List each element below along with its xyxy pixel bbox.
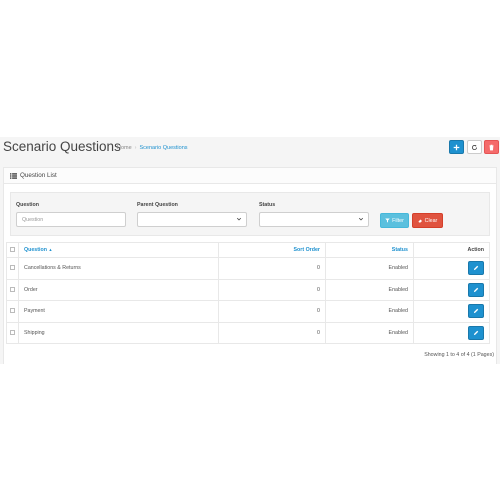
pencil-icon [473, 266, 479, 271]
pencil-icon [473, 309, 479, 314]
question-column-header[interactable]: Question ▲ [18, 242, 219, 258]
row-checkbox[interactable] [10, 265, 15, 271]
question-cell: Payment [18, 300, 219, 323]
select-all-checkbox[interactable] [10, 247, 15, 253]
panel-title: Question List [20, 172, 57, 179]
pencil-icon [473, 330, 479, 335]
table-row: Payment 0 Enabled [6, 300, 490, 323]
chevron-down-icon [358, 217, 364, 221]
question-filter-label: Question [16, 202, 39, 208]
table-row: Cancellations & Returns 0 Enabled [6, 257, 490, 280]
chevron-down-icon [236, 217, 242, 221]
status-filter-label: Status [259, 202, 276, 208]
question-cell: Order [18, 278, 219, 301]
row-select-cell [6, 278, 19, 301]
sort-order-cell: 0 [218, 321, 326, 344]
panel-heading: Question List [4, 168, 496, 184]
filter-icon [385, 218, 390, 223]
table-row: Shipping 0 Enabled [6, 321, 490, 344]
question-filter-input[interactable]: Question [16, 212, 126, 227]
sort-order-cell: 0 [218, 257, 326, 280]
list-icon [10, 173, 17, 179]
breadcrumb: Home › Scenario Questions [117, 145, 188, 151]
question-cell: Cancellations & Returns [18, 257, 219, 280]
clear-button[interactable]: Clear [412, 213, 443, 228]
parent-question-select[interactable] [137, 212, 247, 227]
clear-button-label: Clear [424, 217, 438, 224]
refresh-button[interactable] [467, 140, 482, 154]
question-cell: Shipping [18, 321, 219, 344]
edit-button[interactable] [468, 282, 484, 297]
question-column-label: Question [24, 247, 47, 253]
action-cell [413, 278, 490, 301]
refresh-icon [471, 144, 478, 150]
row-select-cell [6, 300, 19, 323]
filter-box: Question Question Parent Question Status… [10, 192, 490, 236]
breadcrumb-home-link[interactable]: Home [117, 145, 132, 151]
page-header: Scenario Questions Home › Scenario Questio… [3, 137, 500, 159]
action-cell [413, 321, 490, 344]
sort-order-column-header[interactable]: Sort Order [218, 242, 326, 258]
edit-button[interactable] [468, 261, 484, 276]
breadcrumb-separator: › [134, 145, 137, 151]
action-column-header: Action [413, 242, 490, 258]
select-all-cell [6, 242, 19, 258]
filter-button-label: Filter [392, 217, 404, 224]
filter-button[interactable]: Filter [380, 213, 409, 228]
row-checkbox[interactable] [10, 329, 15, 335]
sort-asc-icon: ▲ [48, 247, 53, 252]
sort-order-cell: 0 [218, 278, 326, 301]
table-row: Order 0 Enabled [6, 278, 490, 301]
delete-button[interactable] [484, 140, 499, 154]
status-column-header[interactable]: Status [325, 242, 414, 258]
row-checkbox[interactable] [10, 286, 15, 292]
plus-icon [453, 144, 460, 150]
question-table: Question ▲ Sort Order Status Action Canc… [6, 242, 490, 344]
row-select-cell [6, 321, 19, 344]
sort-order-cell: 0 [218, 300, 326, 323]
edit-button[interactable] [468, 304, 484, 319]
add-button[interactable] [449, 140, 464, 154]
pagination-info: Showing 1 to 4 of 4 (1 Pages) [424, 352, 494, 358]
status-cell: Enabled [325, 300, 414, 323]
status-cell: Enabled [325, 321, 414, 344]
eraser-icon [418, 219, 422, 223]
action-cell [413, 300, 490, 323]
row-checkbox[interactable] [10, 308, 15, 314]
trash-icon [489, 144, 494, 150]
pencil-icon [473, 287, 479, 292]
status-cell: Enabled [325, 278, 414, 301]
row-select-cell [6, 257, 19, 280]
status-filter-select[interactable] [259, 212, 369, 227]
edit-button[interactable] [468, 325, 484, 340]
action-cell [413, 257, 490, 280]
page-title: Scenario Questions [3, 139, 121, 154]
page: Scenario Questions Home › Scenario Questio… [0, 137, 500, 364]
table-header-row: Question ▲ Sort Order Status Action [6, 242, 490, 258]
parent-question-label: Parent Question [137, 202, 178, 208]
status-cell: Enabled [325, 257, 414, 280]
breadcrumb-current-link[interactable]: Scenario Questions [140, 145, 188, 151]
